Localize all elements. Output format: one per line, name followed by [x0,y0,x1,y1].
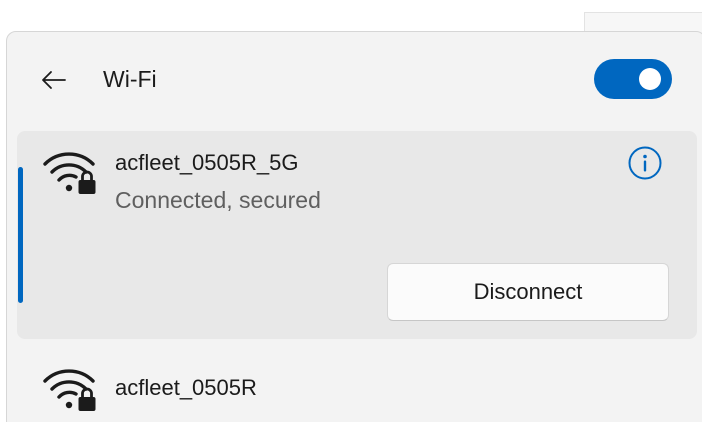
flyout-header: Wi-Fi [7,32,702,124]
page-title: Wi-Fi [103,66,157,92]
info-button[interactable] [627,145,663,181]
wifi-flyout: Wi-Fi acfleet_0505R_5G Connected, secure… [6,31,702,422]
disconnect-button[interactable]: Disconnect [387,263,669,321]
network-item[interactable]: acfleet_0505R [17,354,697,422]
toggle-knob [639,68,661,90]
back-button[interactable] [37,63,71,97]
info-icon [627,145,663,181]
wifi-toggle[interactable] [594,59,672,99]
network-item-connected[interactable]: acfleet_0505R_5G Connected, secured Disc… [17,131,697,339]
wifi-secured-icon [42,147,100,199]
network-status: Connected, secured [115,187,321,213]
network-name: acfleet_0505R_5G [115,150,299,175]
back-arrow-icon [41,70,67,90]
network-name: acfleet_0505R [115,375,257,400]
screen: Wi-Fi acfleet_0505R_5G Connected, secure… [0,0,702,422]
selected-indicator [18,167,23,303]
wifi-secured-icon [42,364,100,416]
